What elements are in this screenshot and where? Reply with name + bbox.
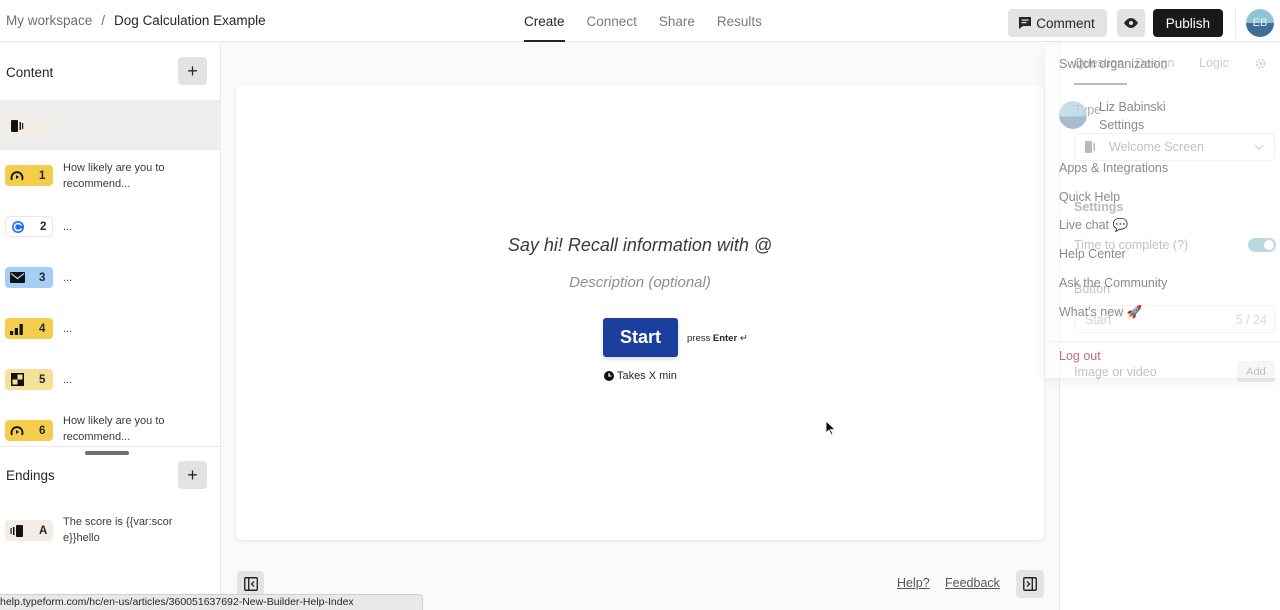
resize-handle[interactable] <box>85 451 129 455</box>
content-item-2[interactable]: 2 ... <box>0 201 221 251</box>
add-content-button[interactable]: + <box>178 57 207 85</box>
item-number: 2 <box>40 220 47 233</box>
content-item-4[interactable]: 4 ... <box>0 303 221 353</box>
breadcrumb: My workspace / Dog Calculation Example <box>6 13 266 28</box>
toolbar-divider <box>1235 7 1236 39</box>
rating-bars-icon <box>7 323 27 335</box>
item-number: 1 <box>39 169 46 182</box>
add-ending-button[interactable]: + <box>178 461 207 489</box>
welcome-screen-card: Say hi! Recall information with @ Descri… <box>236 85 1044 540</box>
tab-connect[interactable]: Connect <box>587 0 637 42</box>
tab-create[interactable]: Create <box>524 0 565 42</box>
menu-user-settings[interactable]: Settings <box>1099 118 1144 132</box>
nps-gauge-icon <box>7 170 27 182</box>
nps-gauge-icon <box>7 425 27 437</box>
menu-help-center[interactable]: Help Center <box>1059 247 1126 261</box>
user-avatar[interactable]: EB <box>1246 9 1274 37</box>
content-item-welcome[interactable] <box>0 100 221 150</box>
endings-heading: Endings <box>6 468 55 483</box>
menu-user-name: Liz Babinski <box>1099 100 1166 114</box>
collapse-right-panel-button[interactable] <box>1016 570 1044 598</box>
time-label: Takes X min <box>617 370 677 382</box>
item-number: 6 <box>39 424 46 437</box>
welcome-title[interactable]: Say hi! Recall information with @ <box>236 235 1044 256</box>
item-text: The score is {{var:score}}hello <box>63 516 173 544</box>
item-number: 4 <box>39 322 46 335</box>
item-badge: 2 <box>5 216 53 237</box>
item-number: 3 <box>39 271 46 284</box>
ending-screen-icon <box>7 524 27 537</box>
breadcrumb-separator: / <box>101 13 106 28</box>
contact-info-icon <box>8 220 28 234</box>
tab-share[interactable]: Share <box>659 0 695 42</box>
collapse-right-icon <box>1023 577 1037 591</box>
preview-button[interactable] <box>1116 9 1145 37</box>
toolbar-actions: Comment Publish EB <box>1008 7 1280 39</box>
clock-icon <box>604 371 614 381</box>
comment-label: Comment <box>1036 15 1095 31</box>
item-letter: A <box>39 524 48 537</box>
form-title[interactable]: Dog Calculation Example <box>114 13 266 28</box>
item-text: ... <box>63 272 73 284</box>
press-enter-hint: press Enter ↵ <box>687 333 748 344</box>
matrix-icon <box>7 373 27 386</box>
help-link[interactable]: Help? <box>897 576 930 590</box>
menu-live-chat[interactable]: Live chat 💬 <box>1059 218 1128 233</box>
time-to-complete: Takes X min <box>604 370 677 382</box>
menu-log-out[interactable]: Log out <box>1059 349 1101 363</box>
menu-user-avatar <box>1059 101 1087 129</box>
item-badge: 3 <box>5 267 53 288</box>
tab-results[interactable]: Results <box>717 0 762 42</box>
item-text: ... <box>63 374 73 386</box>
welcome-screen-icon <box>7 119 27 132</box>
menu-switch-organization[interactable]: Switch organization <box>1059 57 1167 71</box>
top-bar: My workspace / Dog Calculation Example Cre… <box>0 0 1280 42</box>
press-label: press <box>687 333 711 344</box>
item-badge <box>5 115 53 136</box>
item-badge: 4 <box>5 318 53 339</box>
publish-button[interactable]: Publish <box>1152 9 1223 37</box>
item-badge: 5 <box>5 369 53 390</box>
menu-whats-new[interactable]: What's new 🚀 <box>1059 305 1142 320</box>
eye-icon <box>1123 18 1138 28</box>
panel-divider <box>0 446 221 447</box>
content-item-3[interactable]: 3 ... <box>0 252 221 302</box>
menu-divider <box>1045 341 1280 342</box>
ending-item-a[interactable]: A The score is {{var:score}}hello <box>0 505 221 555</box>
item-badge: A <box>5 520 53 541</box>
menu-apps-integrations[interactable]: Apps & Integrations <box>1059 161 1168 175</box>
comment-button[interactable]: Comment <box>1008 9 1107 37</box>
item-badge: 6 <box>5 420 53 441</box>
enter-label: Enter <box>712 333 738 344</box>
item-badge: 1 <box>5 165 53 186</box>
content-item-6[interactable]: 6 How likely are you to recommend... <box>0 405 221 455</box>
content-panel: Content + 1 How likely are you to recomm… <box>0 43 221 610</box>
content-item-1[interactable]: 1 How likely are you to recommend... <box>0 150 221 200</box>
enter-key-icon: ↵ <box>739 333 748 344</box>
start-button[interactable]: Start <box>603 318 678 357</box>
menu-ask-community[interactable]: Ask the Community <box>1059 276 1167 290</box>
item-text: ... <box>63 221 73 233</box>
item-text: ... <box>63 323 73 335</box>
content-item-5[interactable]: 5 ... <box>0 354 221 404</box>
item-text: How likely are you to recommend... <box>63 162 165 190</box>
content-heading: Content <box>6 65 54 80</box>
item-number: 5 <box>39 373 46 386</box>
menu-quick-help: Quick Help <box>1059 190 1121 204</box>
user-menu <box>1045 45 1280 378</box>
mouse-cursor-icon <box>826 421 836 436</box>
main-tabs: Create Connect Share Results <box>524 0 762 42</box>
email-icon <box>7 272 27 283</box>
comment-icon <box>1019 17 1032 29</box>
feedback-link[interactable]: Feedback <box>945 576 1000 590</box>
breadcrumb-workspace[interactable]: My workspace <box>6 13 92 28</box>
item-text: How likely are you to recommend... <box>63 415 165 443</box>
status-bar-url: help.typeform.com/hc/en-us/articles/3600… <box>0 594 423 610</box>
welcome-description[interactable]: Description (optional) <box>236 274 1044 291</box>
collapse-left-icon <box>243 577 258 591</box>
